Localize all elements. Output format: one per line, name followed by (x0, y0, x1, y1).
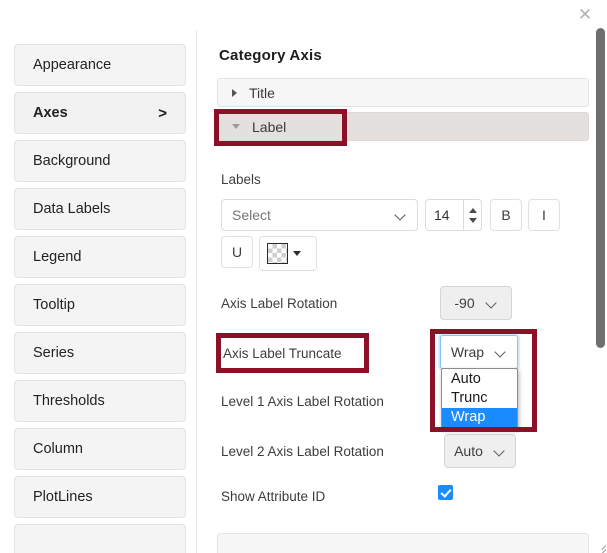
font-size-stepper[interactable]: 14 (425, 199, 482, 231)
scrollbar-thumb[interactable] (596, 28, 605, 348)
sidebar-item-label: Column (33, 441, 167, 457)
sidebar-item-label: Data Labels (33, 201, 167, 217)
caret-down-icon (293, 251, 301, 256)
axis-label-rotation-value: -90 (454, 295, 474, 311)
level2-axis-label-rotation-select[interactable]: Auto (444, 434, 516, 468)
accordion-label-label: Label (252, 119, 286, 135)
accordion-title-label: Title (249, 85, 275, 101)
chevron-down-icon (487, 298, 498, 309)
sidebar-item-label: Legend (33, 249, 167, 265)
axis-label-rotation-select[interactable]: -90 (440, 286, 512, 320)
axis-label-truncate-options[interactable]: Auto Trunc Wrap (441, 368, 518, 429)
sidebar-item-label: PlotLines (33, 489, 167, 505)
sidebar-item-legend[interactable]: Legend (14, 236, 186, 278)
underline-button[interactable]: U (221, 236, 253, 268)
sidebar-item-series[interactable]: Series (14, 332, 186, 374)
option-wrap[interactable]: Wrap (442, 408, 517, 427)
font-family-value: Select (232, 207, 396, 223)
chart-settings-dialog: ✕ Appearance Axes > Background Data Labe… (0, 0, 607, 553)
level2-axis-label-rotation-value: Auto (454, 443, 483, 459)
panel-divider (196, 30, 197, 553)
sidebar-item-plotlines[interactable]: PlotLines (14, 476, 186, 518)
sidebar-item-background[interactable]: Background (14, 140, 186, 182)
triangle-right-icon (232, 89, 237, 97)
show-attribute-id-checkbox[interactable] (438, 485, 453, 500)
show-attribute-id-label: Show Attribute ID (221, 489, 325, 504)
level1-axis-label-rotation-label: Level 1 Axis Label Rotation (221, 394, 384, 409)
sidebar-item-label: Background (33, 153, 167, 169)
font-family-select[interactable]: Select (221, 199, 418, 231)
sidebar-item-label: Axes (33, 105, 158, 121)
font-color-picker[interactable] (259, 236, 317, 271)
resize-grip-icon[interactable] (594, 540, 606, 552)
sidebar-item-label: Appearance (33, 57, 167, 73)
chevron-down-icon (495, 446, 506, 457)
accordion-title[interactable]: Title (217, 78, 589, 107)
stepper-arrows (463, 200, 481, 230)
accordion-bottom[interactable] (217, 533, 589, 553)
axis-label-truncate-label: Axis Label Truncate (223, 346, 342, 361)
accordion-label[interactable]: Label (217, 112, 589, 141)
option-trunc[interactable]: Trunc (442, 389, 517, 408)
triangle-down-icon (232, 124, 240, 129)
settings-sidebar: Appearance Axes > Background Data Labels… (14, 44, 186, 553)
option-auto[interactable]: Auto (442, 370, 517, 389)
bold-button[interactable]: B (490, 199, 522, 231)
sidebar-item-partial[interactable] (14, 524, 186, 553)
sidebar-item-tooltip[interactable]: Tooltip (14, 284, 186, 326)
italic-button[interactable]: I (528, 199, 560, 231)
chevron-right-icon: > (158, 105, 167, 122)
chevron-down-icon (496, 347, 507, 358)
labels-caption: Labels (221, 172, 261, 187)
sidebar-item-thresholds[interactable]: Thresholds (14, 380, 186, 422)
sidebar-item-data-labels[interactable]: Data Labels (14, 188, 186, 230)
color-swatch-icon (267, 243, 288, 264)
stepper-up-icon[interactable] (469, 208, 477, 213)
axis-label-rotation-label: Axis Label Rotation (221, 296, 337, 311)
vertical-scrollbar[interactable] (594, 22, 607, 553)
page-title: Category Axis (219, 47, 322, 64)
sidebar-item-label: Thresholds (33, 393, 167, 409)
font-size-value: 14 (426, 207, 463, 223)
axis-label-truncate-select[interactable]: Wrap (440, 335, 518, 369)
axis-label-truncate-value: Wrap (451, 344, 484, 360)
sidebar-item-label: Series (33, 345, 167, 361)
level2-axis-label-rotation-label: Level 2 Axis Label Rotation (221, 444, 384, 459)
sidebar-item-appearance[interactable]: Appearance (14, 44, 186, 86)
sidebar-item-axes[interactable]: Axes > (14, 92, 186, 134)
stepper-down-icon[interactable] (469, 218, 477, 223)
sidebar-item-label: Tooltip (33, 297, 167, 313)
sidebar-item-column[interactable]: Column (14, 428, 186, 470)
chevron-down-icon (396, 210, 407, 221)
category-axis-panel: Category Axis Title Label Labels Select … (205, 0, 590, 553)
